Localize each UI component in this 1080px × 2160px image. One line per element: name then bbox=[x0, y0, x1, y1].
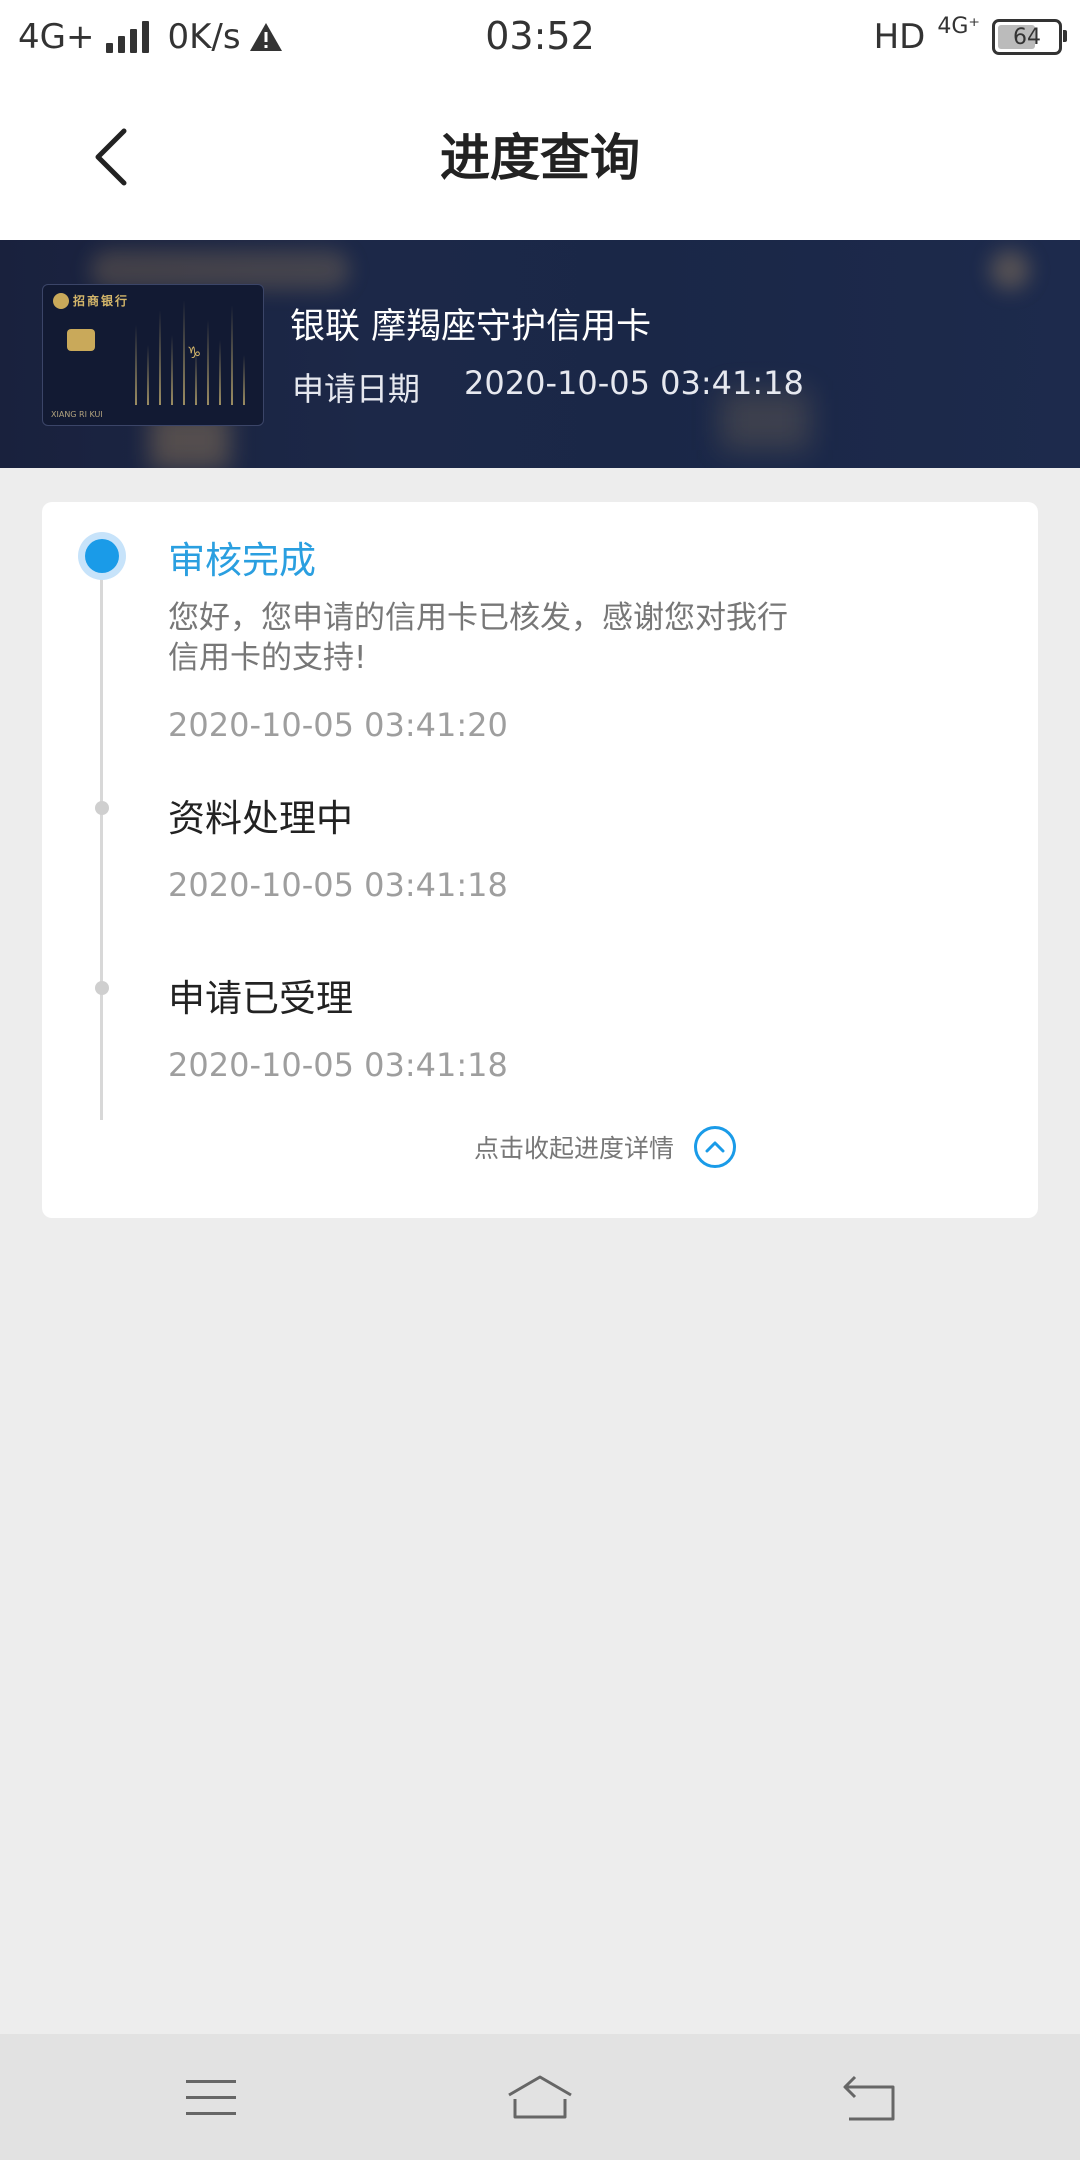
bank-name: 招商银行 bbox=[73, 294, 130, 308]
network-right-label: 4G⁺ bbox=[937, 14, 980, 39]
menu-icon bbox=[186, 2080, 236, 2115]
timeline-dot bbox=[95, 801, 109, 815]
step-title-accepted: 申请已受理 bbox=[168, 977, 353, 1020]
card-image: 招商银行 ♑ XIANG RI KUI bbox=[42, 284, 264, 426]
navigation-bar bbox=[0, 2034, 1080, 2160]
collapse-details-button[interactable]: 点击收起进度详情 bbox=[0, 1126, 1080, 1168]
zodiac-icon: ♑ bbox=[187, 343, 202, 362]
return-icon bbox=[843, 2075, 895, 2121]
header: 进度查询 bbox=[0, 74, 1080, 240]
step-title-approved: 审核完成 bbox=[168, 539, 316, 582]
bank-logo-icon bbox=[53, 293, 69, 309]
status-right: HD 4G⁺ 64 bbox=[873, 14, 1067, 60]
page-title: 进度查询 bbox=[440, 129, 640, 187]
apply-date-row: 申请日期 2020-10-05 03:41:18 bbox=[292, 364, 804, 410]
timeline-line bbox=[100, 558, 103, 1120]
back-nav-button[interactable] bbox=[824, 2060, 914, 2136]
banner-glow bbox=[990, 250, 1030, 290]
menu-button[interactable] bbox=[166, 2060, 256, 2136]
card-title: 银联 摩羯座守护信用卡 bbox=[290, 307, 652, 347]
cardholder-text: XIANG RI KUI bbox=[51, 410, 103, 419]
home-icon bbox=[508, 2075, 572, 2119]
step-time: 2020-10-05 03:41:18 bbox=[168, 1046, 508, 1084]
step-time: 2020-10-05 03:41:18 bbox=[168, 866, 508, 904]
battery-icon: 64 bbox=[992, 19, 1067, 55]
apply-date-value: 2020-10-05 03:41:18 bbox=[464, 364, 804, 402]
step-time: 2020-10-05 03:41:20 bbox=[168, 706, 508, 744]
timeline-dot-active bbox=[78, 532, 126, 580]
home-button[interactable] bbox=[495, 2060, 585, 2136]
hd-label: HD bbox=[873, 17, 926, 57]
apply-date-label: 申请日期 bbox=[292, 370, 421, 408]
timeline-dot bbox=[95, 981, 109, 995]
step-title-processing: 资料处理中 bbox=[168, 797, 353, 840]
chip-icon bbox=[67, 329, 95, 351]
status-bar: 4G+ 0K/s 03:52 HD 4G⁺ 64 bbox=[0, 0, 1080, 74]
chevron-up-icon bbox=[694, 1126, 736, 1168]
battery-level: 64 bbox=[1013, 24, 1041, 50]
step-message: 您好，您申请的信用卡已核发，感谢您对我行信用卡的支持! bbox=[168, 600, 788, 676]
collapse-label: 点击收起进度详情 bbox=[473, 1134, 674, 1163]
